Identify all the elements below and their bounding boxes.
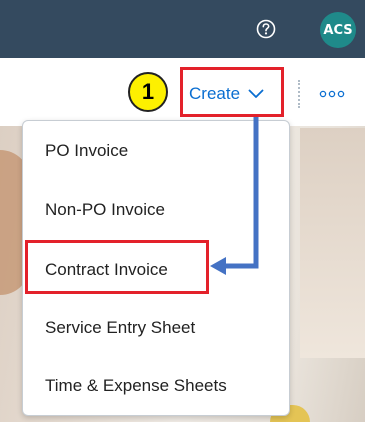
menu-item-service-entry-sheet[interactable]: Service Entry Sheet [23, 299, 289, 357]
menu-item-label: PO Invoice [45, 141, 129, 160]
step-number-badge: 1 [128, 72, 168, 112]
help-circle-icon[interactable] [256, 19, 276, 39]
shell-bar: ACS [0, 0, 365, 58]
background-image-detail [300, 128, 365, 358]
menu-item-label: Non-PO Invoice [45, 200, 165, 219]
menu-item-label: Service Entry Sheet [45, 318, 196, 337]
user-avatar[interactable]: ACS [320, 12, 356, 48]
menu-item-label: Time & Expense Sheets [45, 376, 227, 395]
overflow-icon[interactable] [318, 88, 346, 100]
menu-item-time-expense-sheets[interactable]: Time & Expense Sheets [23, 357, 289, 415]
create-highlight-box [180, 67, 284, 117]
menu-item-non-po-invoice[interactable]: Non-PO Invoice [23, 181, 289, 239]
toolbar-separator [298, 80, 302, 108]
menu-item-po-invoice[interactable]: PO Invoice [23, 122, 289, 180]
contract-invoice-highlight-box [25, 240, 209, 294]
